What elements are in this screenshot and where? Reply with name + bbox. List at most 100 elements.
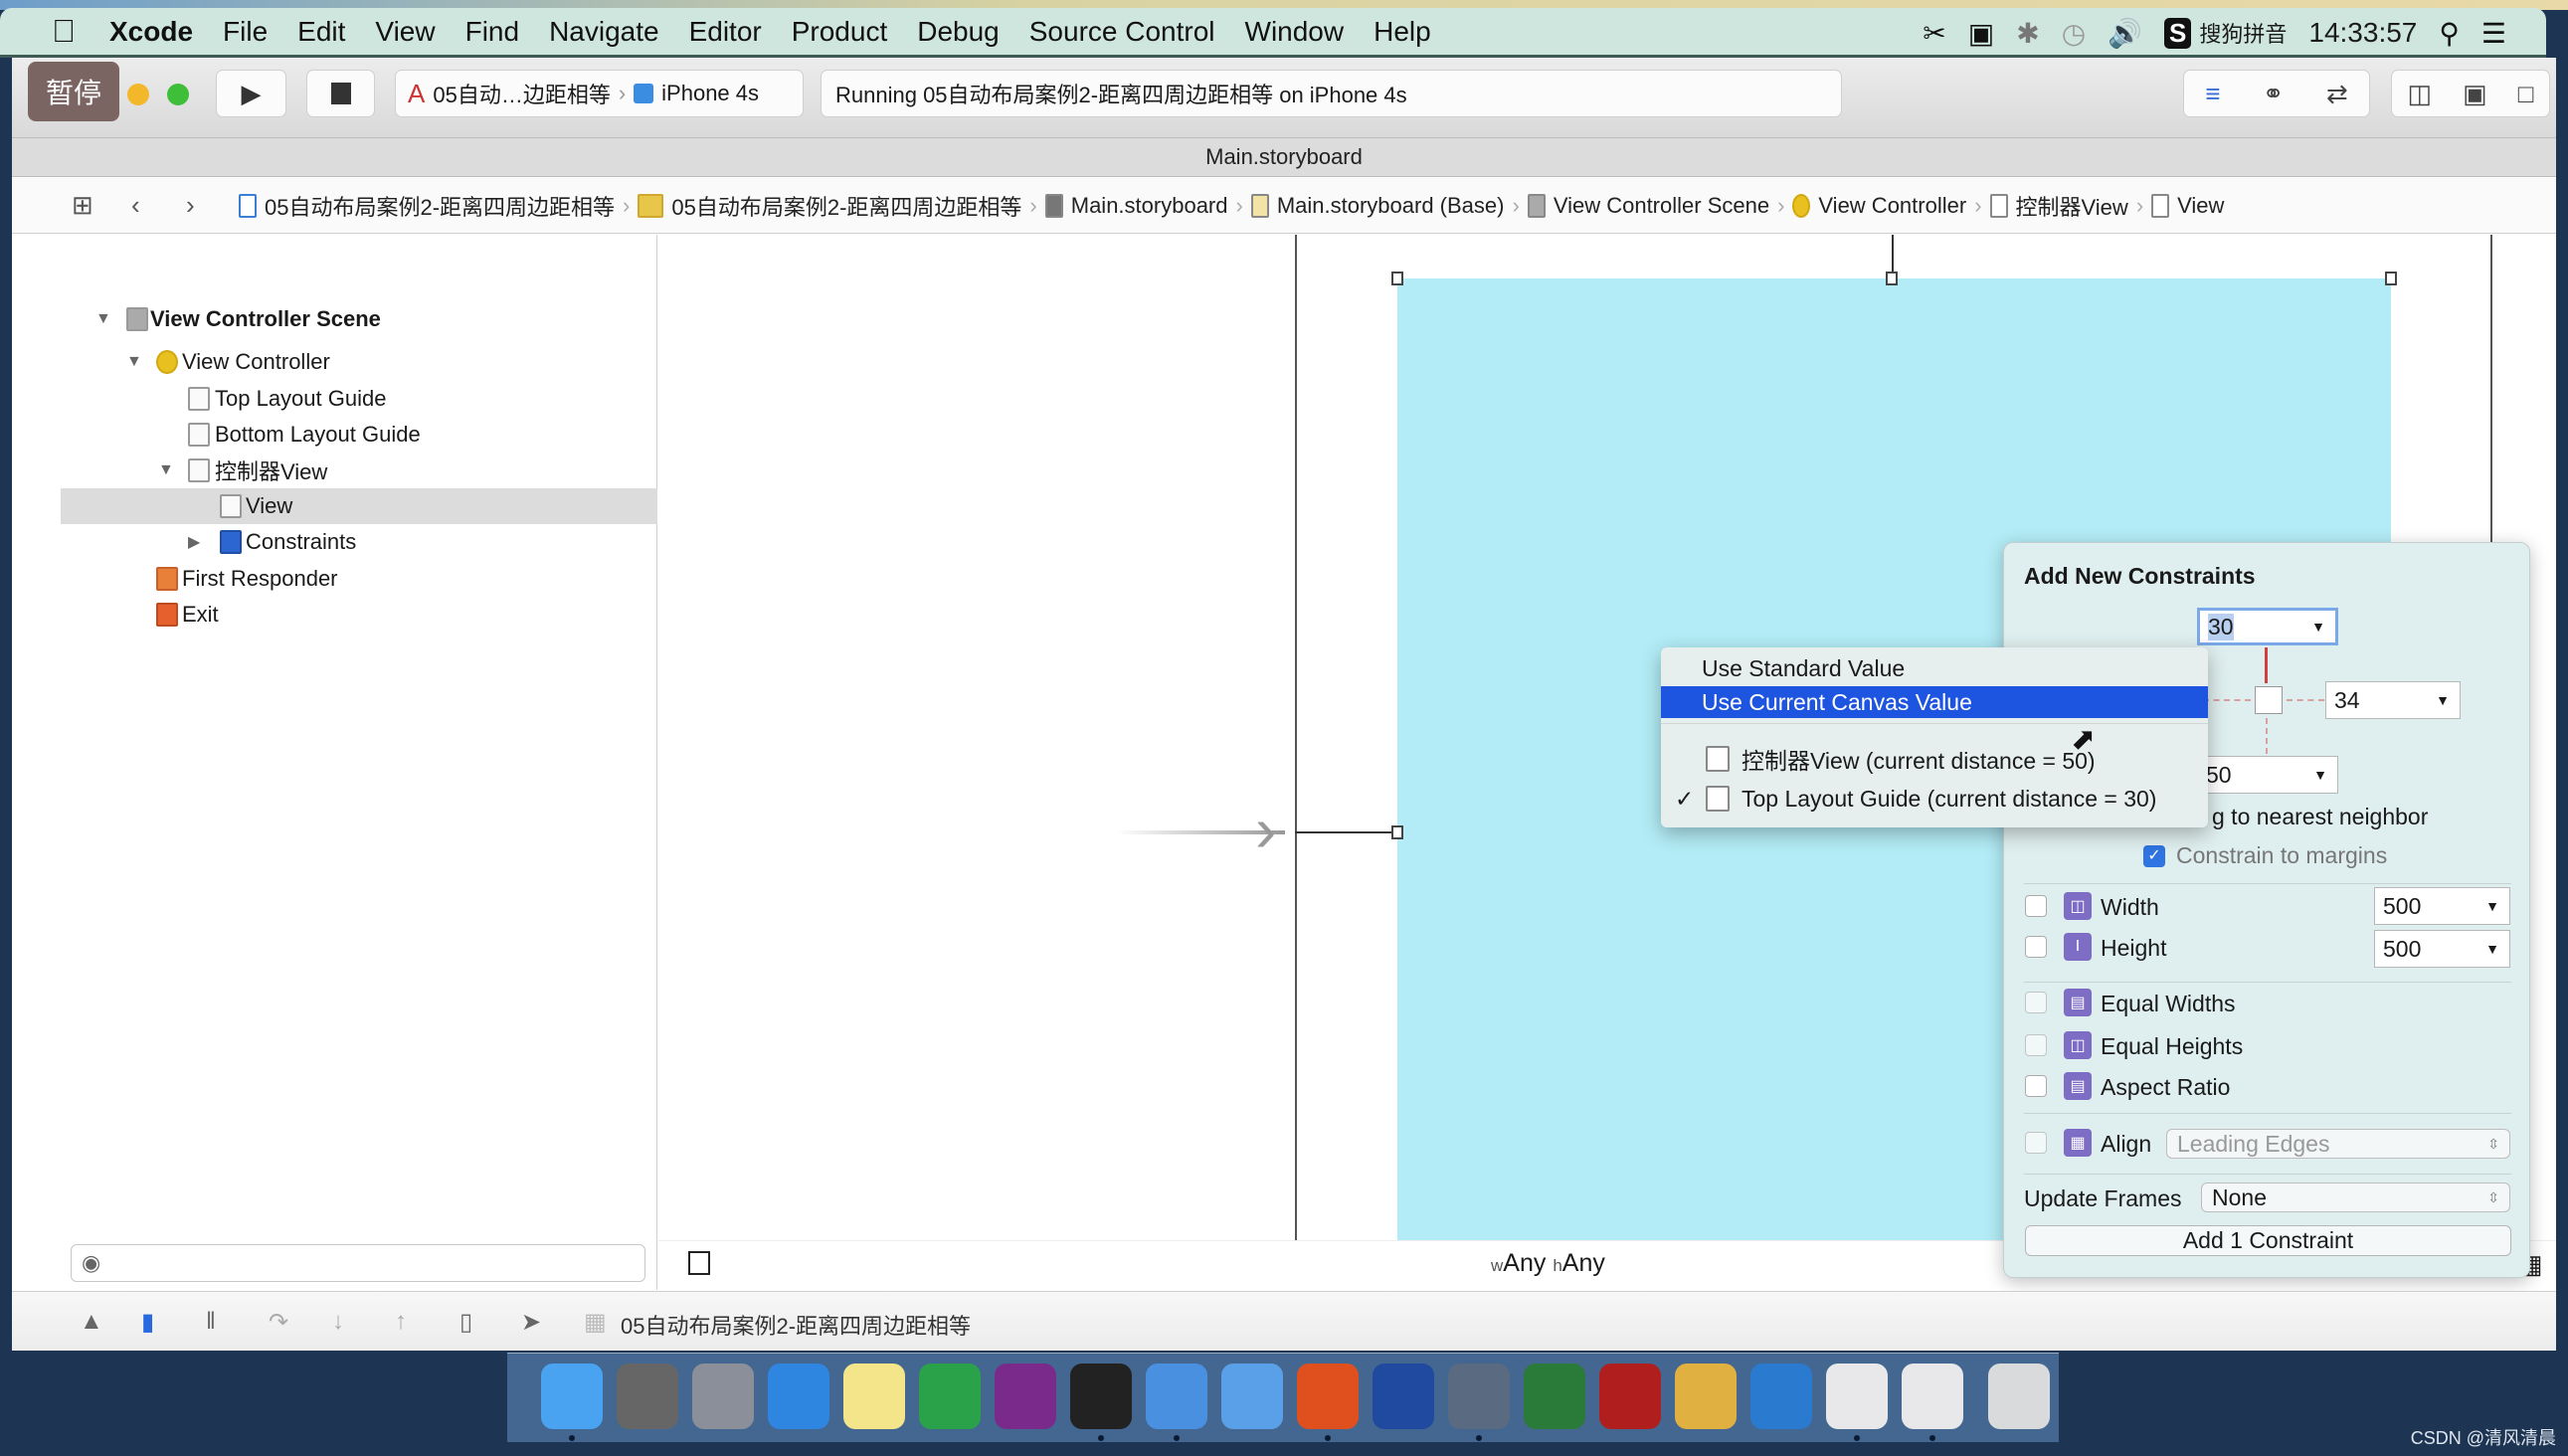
dropdown-arrow-icon[interactable]: ▼ — [2313, 767, 2327, 783]
onenote-icon[interactable] — [995, 1364, 1056, 1429]
width-field[interactable]: 500 ▼ — [2374, 887, 2510, 925]
trailing-spacing-field[interactable]: 34 ▼ — [2325, 681, 2461, 719]
paint-app-icon[interactable] — [1675, 1364, 1737, 1429]
run-button[interactable]: ▶ — [216, 70, 286, 117]
menu-edit[interactable]: Edit — [297, 16, 345, 48]
jump-storyboard[interactable]: Main.storyboard — [1044, 193, 1228, 219]
launchpad-icon[interactable] — [692, 1364, 754, 1429]
top-spacing-field[interactable]: 30 ▼ — [2197, 608, 2338, 645]
menu-navigate[interactable]: Navigate — [549, 16, 659, 48]
back-button[interactable]: ‹ — [131, 190, 140, 221]
input-method[interactable]: 搜狗拼音 — [2199, 17, 2287, 49]
video-app-icon[interactable] — [1448, 1364, 1510, 1429]
height-checkbox[interactable] — [2025, 936, 2047, 958]
disclosure-open-icon[interactable]: ▼ — [126, 353, 142, 371]
notes-icon[interactable] — [843, 1364, 905, 1429]
scissors-icon[interactable]: ✂ — [1923, 17, 1945, 50]
location-icon[interactable]: ➤ — [521, 1308, 541, 1337]
outline-row-bottom-layout-guide[interactable]: Bottom Layout Guide — [61, 417, 657, 453]
debug-area-toggle-icon[interactable]: ▣ — [2463, 79, 2487, 109]
step-out-icon[interactable]: ↑ — [395, 1308, 407, 1336]
jump-folder[interactable]: 05自动布局案例2-距离四周边距相等 — [638, 190, 1021, 222]
clock[interactable]: 14:33:57 — [2308, 17, 2417, 49]
finder-icon[interactable] — [541, 1364, 603, 1429]
top-constraint-strut[interactable] — [2265, 647, 2268, 683]
view-debugger-icon[interactable]: ▯ — [459, 1308, 472, 1337]
height-field[interactable]: 500 ▼ — [2374, 930, 2510, 968]
storyboard-canvas[interactable]: › wAny hAny ▤ ▣ ▦ Add New Constraints 30… — [658, 235, 2556, 1290]
menu-item-top-layout-guide[interactable]: ✓ Top Layout Guide (current distance = 30… — [1661, 783, 2208, 815]
outline-row-controller-view[interactable]: ▼ 控制器View — [61, 453, 657, 488]
equal-widths-checkbox[interactable] — [2025, 992, 2047, 1013]
bottom-constraint-strut[interactable] — [2266, 718, 2268, 754]
constrain-margins-checkbox[interactable]: ✓ — [2143, 845, 2165, 867]
related-items-icon[interactable]: ⊞ — [72, 190, 93, 221]
volume-icon[interactable]: 🔊 — [2108, 17, 2142, 50]
excel-icon[interactable] — [919, 1364, 981, 1429]
menu-editor[interactable]: Editor — [689, 16, 762, 48]
breakpoints-icon[interactable]: ▮ — [141, 1308, 154, 1337]
jump-storyboard-base[interactable]: Main.storyboard (Base) — [1250, 193, 1504, 219]
scheme-selector[interactable]: A 05自动…边距相等 › iPhone 4s — [395, 70, 804, 117]
menu-window[interactable]: Window — [1245, 16, 1345, 48]
time-machine-icon[interactable]: ◷ — [2062, 17, 2086, 50]
resize-handle[interactable] — [1391, 825, 1403, 839]
bluetooth-icon[interactable]: ✱ — [2016, 17, 2039, 50]
equal-heights-checkbox[interactable] — [2025, 1034, 2047, 1056]
stop-button[interactable] — [306, 70, 375, 117]
app-a-icon[interactable] — [1826, 1364, 1888, 1429]
app-b-icon[interactable] — [1902, 1364, 1963, 1429]
menu-help[interactable]: Help — [1374, 16, 1431, 48]
step-over-icon[interactable]: ↷ — [269, 1308, 288, 1337]
resize-handle[interactable] — [1886, 272, 1898, 285]
sogou-icon[interactable]: S — [2164, 17, 2192, 49]
outline-row-scene[interactable]: ▼ View Controller Scene — [61, 301, 657, 337]
pause-icon[interactable]: ‖ — [206, 1308, 216, 1336]
navigator-toggle-icon[interactable]: ◫ — [2408, 79, 2433, 109]
menu-item-use-standard-value[interactable]: Use Standard Value — [1661, 652, 2208, 684]
outline-row-view[interactable]: View — [61, 488, 657, 524]
dropdown-arrow-icon[interactable]: ▼ — [2485, 941, 2499, 957]
dropdown-arrow-icon[interactable]: ▼ — [2436, 692, 2450, 708]
terminal-icon[interactable] — [1070, 1364, 1132, 1429]
menu-product[interactable]: Product — [792, 16, 888, 48]
resize-handle[interactable] — [1391, 272, 1403, 285]
width-checkbox[interactable] — [2025, 895, 2047, 917]
outline-filter-input[interactable]: ◉ — [71, 1244, 645, 1282]
align-checkbox[interactable] — [2025, 1132, 2047, 1154]
menu-source-control[interactable]: Source Control — [1029, 16, 1215, 48]
forward-button[interactable]: › — [186, 190, 195, 221]
outline-toggle-icon[interactable] — [688, 1251, 710, 1275]
safari-icon[interactable] — [768, 1364, 829, 1429]
jump-view-controller[interactable]: View Controller — [1792, 193, 1966, 219]
word-icon[interactable] — [1750, 1364, 1812, 1429]
camera-icon[interactable]: ▣ — [1968, 17, 1994, 50]
disclosure-open-icon[interactable]: ▼ — [95, 310, 111, 328]
size-class-control[interactable]: wAny hAny — [1491, 1249, 1605, 1278]
bottom-spacing-field[interactable]: 50 ▼ — [2197, 756, 2338, 794]
view-toggle-control[interactable]: ◫ ▣ □ — [2391, 70, 2550, 117]
disclosure-open-icon[interactable]: ▼ — [158, 461, 174, 479]
snip-icon[interactable] — [1373, 1364, 1434, 1429]
system-preferences-icon[interactable] — [617, 1364, 678, 1429]
menu-find[interactable]: Find — [465, 16, 519, 48]
simulator-icon[interactable] — [1221, 1364, 1283, 1429]
menu-item-use-current-canvas-value[interactable]: Use Current Canvas Value — [1661, 686, 2208, 718]
apple-icon[interactable]:  — [52, 13, 76, 50]
powerpoint-icon[interactable] — [1297, 1364, 1359, 1429]
typo-icon[interactable] — [1524, 1364, 1585, 1429]
trailing-constraint-strut[interactable] — [2287, 699, 2324, 701]
utilities-toggle-icon[interactable]: □ — [2518, 79, 2534, 109]
xcode-icon[interactable] — [1146, 1364, 1207, 1429]
menu-item-controller-view[interactable]: 控制器View (current distance = 50) — [1661, 743, 2208, 775]
menu-debug[interactable]: Debug — [917, 16, 1000, 48]
resize-handle[interactable] — [2385, 272, 2397, 285]
step-into-icon[interactable]: ↓ — [332, 1308, 344, 1336]
jump-view[interactable]: View — [2151, 193, 2224, 219]
minimize-button[interactable] — [127, 84, 149, 105]
trash-icon[interactable] — [1988, 1364, 2050, 1429]
hide-debug-area-icon[interactable]: ▲ — [80, 1308, 103, 1336]
assistant-editor-icon[interactable]: ⚭ — [2263, 79, 2285, 109]
leading-constraint-strut[interactable] — [2203, 699, 2251, 701]
standard-editor-icon[interactable]: ≡ — [2205, 79, 2220, 109]
